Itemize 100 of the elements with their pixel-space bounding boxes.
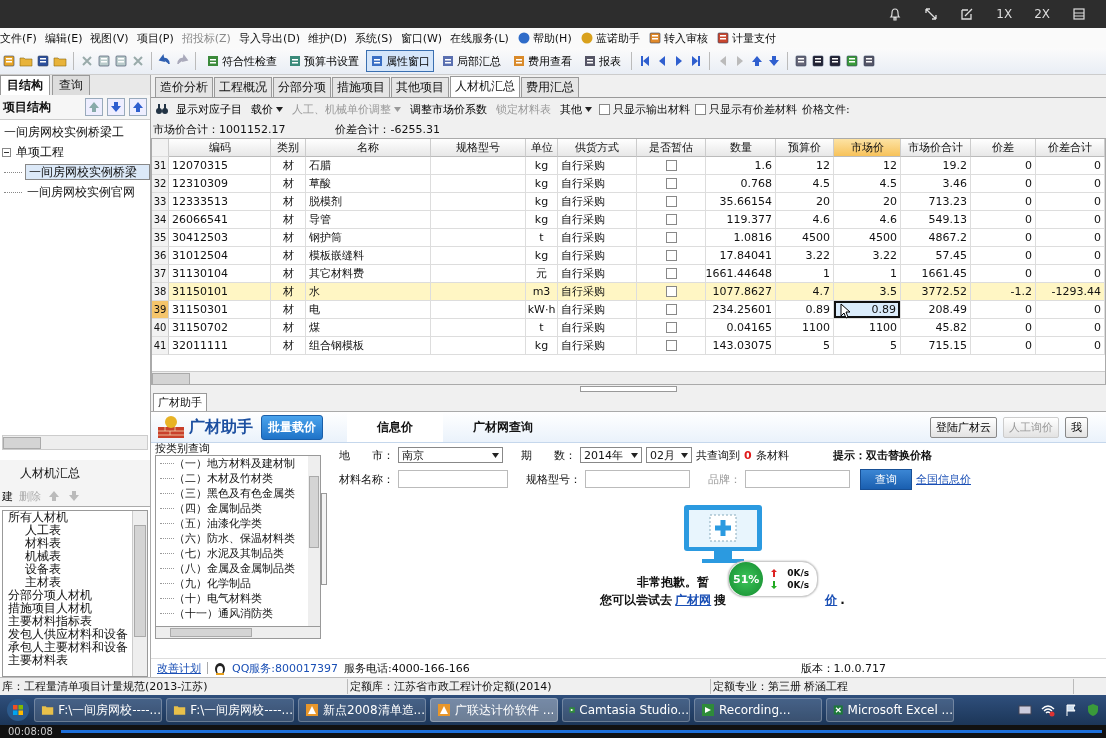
tree-item[interactable]: 主要材料表 <box>3 654 132 667</box>
tab[interactable]: 人材机汇总 <box>450 76 520 97</box>
collapse-toggle[interactable] <box>2 147 11 157</box>
checkbox[interactable] <box>665 214 677 225</box>
checkbox[interactable] <box>665 340 677 351</box>
category-item[interactable]: （三）黑色及有色金属类 <box>174 486 295 501</box>
category-item[interactable]: （十）电气材料类 <box>174 591 262 606</box>
column-header[interactable]: 价差合计 <box>1036 139 1105 157</box>
table-row[interactable]: 38 31150101 材 水 m3 自行采购 1077.8627 4.7 3.5 3772.52 -1.2 -1293.44 <box>152 283 1105 301</box>
checkbox[interactable] <box>665 322 677 333</box>
menu-item[interactable]: 编辑(E) <box>44 30 83 46</box>
scrollbar[interactable] <box>152 371 1105 384</box>
toolbar-button[interactable]: 预算书设置 <box>284 50 363 72</box>
menu-item[interactable]: 文件(F) <box>0 30 37 46</box>
toolbar-button[interactable]: 局部汇总 <box>437 50 505 72</box>
column-header[interactable]: 类别 <box>271 139 306 157</box>
table-row[interactable]: 40 31150702 材 煤 t 自行采购 0.04165 1100 1100 45.82 0 0 <box>152 319 1105 337</box>
expand-icon[interactable] <box>924 7 939 21</box>
menu-item[interactable]: 导入导出(D) <box>238 30 300 46</box>
tab[interactable]: 分部分项 <box>273 77 331 97</box>
column-header[interactable]: 规格型号 <box>431 139 526 157</box>
category-item[interactable]: （七）水泥及其制品类 <box>174 546 284 561</box>
menu-item[interactable]: 维护(D) <box>308 30 348 46</box>
scrollbar[interactable] <box>308 456 320 626</box>
caret-icon[interactable] <box>631 452 638 458</box>
toolbar-button[interactable]: 符合性检查 <box>202 50 281 72</box>
tree-item[interactable]: 一间房网校实例桥梁 <box>25 164 150 180</box>
tree-item[interactable]: 主材表 <box>3 576 132 589</box>
site-link[interactable]: 价 <box>825 591 838 609</box>
caret-icon[interactable] <box>681 452 688 458</box>
tree-item[interactable]: 一间房网校实例官网 <box>25 182 150 202</box>
toolbar-button[interactable]: 属性窗口 <box>366 50 434 72</box>
table-row[interactable]: 36 31012504 材 模板嵌缝料 kg 自行采购 17.84041 3.22 3.22 57.45 0 0 <box>152 247 1105 265</box>
toolbar-button[interactable]: 建 <box>2 488 13 504</box>
tree-item[interactable]: 一间房网校实例桥梁工 <box>2 122 126 142</box>
tree-item[interactable]: 措施项目人材机 <box>3 602 132 615</box>
category-item[interactable]: （八）金属及金属制品类 <box>174 561 295 576</box>
checkbox[interactable] <box>665 196 677 207</box>
panel-tab[interactable]: 查询 <box>52 75 90 95</box>
query-button[interactable]: 查询 <box>860 468 912 490</box>
tab[interactable]: 费用汇总 <box>521 77 579 97</box>
menu-item[interactable]: 在线服务(L) <box>450 30 509 46</box>
material-name-field[interactable] <box>398 470 508 488</box>
checkbox[interactable] <box>665 232 677 243</box>
move-up-button[interactable] <box>85 98 103 116</box>
toolbar-button[interactable]: 费用查看 <box>508 50 576 72</box>
category-item[interactable]: （一）地方材料及建材制 <box>174 456 295 471</box>
menu-item[interactable]: 转入审核 <box>663 30 708 46</box>
tree-item[interactable]: 设备表 <box>3 563 132 576</box>
batch-load-button[interactable]: 批量载价 <box>261 414 323 440</box>
taskbar-button[interactable]: F:\一间房网校----... <box>34 698 162 722</box>
table-row[interactable]: 33 12333513 材 脱模剂 kg 自行采购 35.66154 20 20 713.23 0 0 <box>152 193 1105 211</box>
category-item[interactable]: （六）防水、保温材料类 <box>174 531 295 546</box>
improvement-link[interactable]: 改善计划 <box>157 660 201 676</box>
menu-icon[interactable] <box>1072 7 1086 21</box>
edit-icon[interactable] <box>960 7 975 21</box>
checkbox[interactable] <box>665 250 677 261</box>
spec-field[interactable] <box>585 470 690 488</box>
category-item[interactable]: （五）油漆化学类 <box>174 516 262 531</box>
tree-item[interactable]: 所有人材机 <box>3 511 132 524</box>
taskbar-button[interactable]: 广联达计价软件 ... <box>430 698 558 722</box>
speed-button[interactable]: 2X <box>1034 7 1050 21</box>
column-header[interactable]: 单位 <box>526 139 558 157</box>
tree-item[interactable]: 材料表 <box>3 537 132 550</box>
dropdown-button[interactable]: 其他 <box>558 101 594 117</box>
scrollbar[interactable] <box>132 511 147 676</box>
toolbar-button[interactable]: 报表 <box>579 50 625 72</box>
toolbar-button[interactable]: 调整市场价系数 <box>408 101 489 117</box>
column-header[interactable]: 编码 <box>169 139 271 157</box>
taskbar-button[interactable]: 新点2008清单造... <box>298 698 426 722</box>
tree-item[interactable]: 人工表 <box>3 524 132 537</box>
brand-field[interactable] <box>745 470 850 488</box>
panel-tab[interactable]: 广材助手 <box>153 393 207 411</box>
menu-item[interactable]: 窗口(W) <box>400 30 443 46</box>
column-header[interactable]: 市场价 <box>834 139 901 157</box>
checkbox[interactable] <box>665 268 677 279</box>
column-header[interactable]: 是否暂估 <box>637 139 706 157</box>
collapse-handle[interactable] <box>321 493 327 585</box>
table-row[interactable]: 35 30412503 材 钢护筒 t 自行采购 1.0816 4500 4500 4867.2 0 0 <box>152 229 1105 247</box>
column-header[interactable]: 名称 <box>306 139 431 157</box>
checkbox[interactable] <box>599 103 610 115</box>
tab[interactable]: 措施项目 <box>332 77 390 97</box>
category-item[interactable]: （二）木材及竹材类 <box>174 471 273 486</box>
table-row[interactable]: 32 12310309 材 草酸 kg 自行采购 0.768 4.5 4.5 3.46 0 0 <box>152 175 1105 193</box>
caret-icon[interactable] <box>492 452 499 458</box>
tree-item[interactable]: 机械表 <box>3 550 132 563</box>
table-row[interactable]: 41 32011111 材 组合钢模板 kg 自行采购 143.03075 5 5 715.15 0 0 <box>152 337 1105 355</box>
category-item[interactable]: （四）金属制品类 <box>174 501 262 516</box>
collapse-button[interactable] <box>129 98 147 116</box>
keyboard-icon[interactable] <box>1018 704 1032 716</box>
taskbar-button[interactable]: Recording... <box>694 698 822 722</box>
menu-item[interactable]: 蓝诺助手 <box>595 30 640 46</box>
network-speed-widget[interactable]: 51% 0K/s 0K/s <box>728 561 819 597</box>
wifi-icon[interactable] <box>1040 703 1056 717</box>
site-link[interactable]: 广材网 <box>675 591 712 609</box>
table-row[interactable]: 39 31150301 材 电 kW·h 自行采购 234.25601 0.89 0.89 208.49 0 0 <box>152 301 1105 319</box>
month-select[interactable]: 02月 <box>646 447 692 463</box>
tab[interactable]: 广材网查询 <box>443 412 563 442</box>
tree-item[interactable]: 主要材料指标表 <box>3 615 132 628</box>
tree-item[interactable]: 发包人供应材料和设备 <box>3 628 132 641</box>
